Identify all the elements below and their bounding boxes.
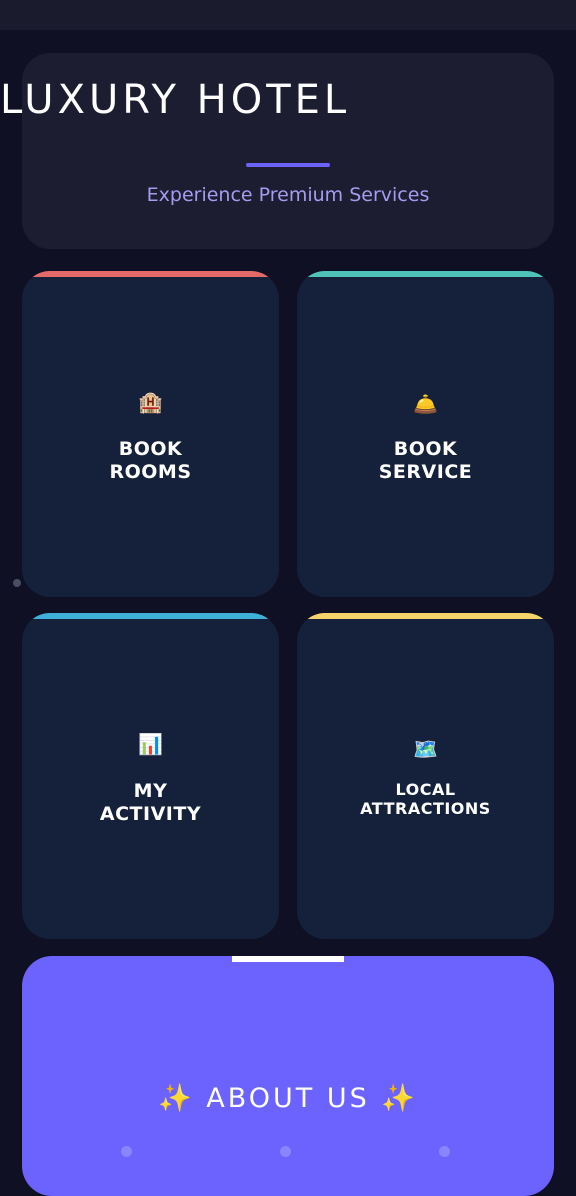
tile-label-line: ACTIVITY xyxy=(99,803,202,825)
world-map-icon: 🗺️ xyxy=(413,739,438,761)
tile-label-line: ATTRACTIONS xyxy=(360,799,491,818)
tile-label-line: BOOK xyxy=(393,438,458,460)
tile-accent-bar xyxy=(22,613,269,619)
book-rooms-label: BOOK ROOMS xyxy=(22,438,279,484)
about-us-card[interactable] xyxy=(22,956,554,1196)
tile-label-line: ROOMS xyxy=(109,461,192,483)
tile-accent-bar xyxy=(22,271,269,277)
about-card-handle xyxy=(232,956,344,962)
tile-accent-bar xyxy=(307,613,544,619)
tile-label-line: MY xyxy=(133,780,168,802)
service-bell-icon: 🛎️ xyxy=(413,394,438,416)
side-indicator-dot xyxy=(13,579,21,587)
my-activity-tile[interactable]: 📊 MY ACTIVITY xyxy=(22,613,279,939)
book-rooms-tile[interactable]: 🏨 BOOK ROOMS xyxy=(22,271,279,597)
page-title: LUXURY HOTEL xyxy=(0,77,351,123)
tile-accent-bar xyxy=(307,271,544,277)
status-bar xyxy=(0,0,576,30)
pager-dot xyxy=(121,1146,132,1157)
tile-label-line: LOCAL xyxy=(395,780,456,799)
tile-label-line: SERVICE xyxy=(378,461,473,483)
local-attractions-label: LOCAL ATTRACTIONS xyxy=(297,780,554,818)
hotel-icon: 🏨 xyxy=(138,392,163,414)
page-subtitle: Experience Premium Services xyxy=(146,184,430,206)
my-activity-label: MY ACTIVITY xyxy=(22,780,279,826)
tile-label-line: BOOK xyxy=(118,438,183,460)
pager-dot xyxy=(439,1146,450,1157)
book-service-label: BOOK SERVICE xyxy=(297,438,554,484)
local-attractions-tile[interactable]: 🗺️ LOCAL ATTRACTIONS xyxy=(297,613,554,939)
pager-dot xyxy=(280,1146,291,1157)
about-us-title: ✨ ABOUT US ✨ xyxy=(158,1083,418,1114)
title-divider xyxy=(246,163,330,167)
bar-chart-icon: 📊 xyxy=(138,734,163,756)
book-service-tile[interactable]: 🛎️ BOOK SERVICE xyxy=(297,271,554,597)
